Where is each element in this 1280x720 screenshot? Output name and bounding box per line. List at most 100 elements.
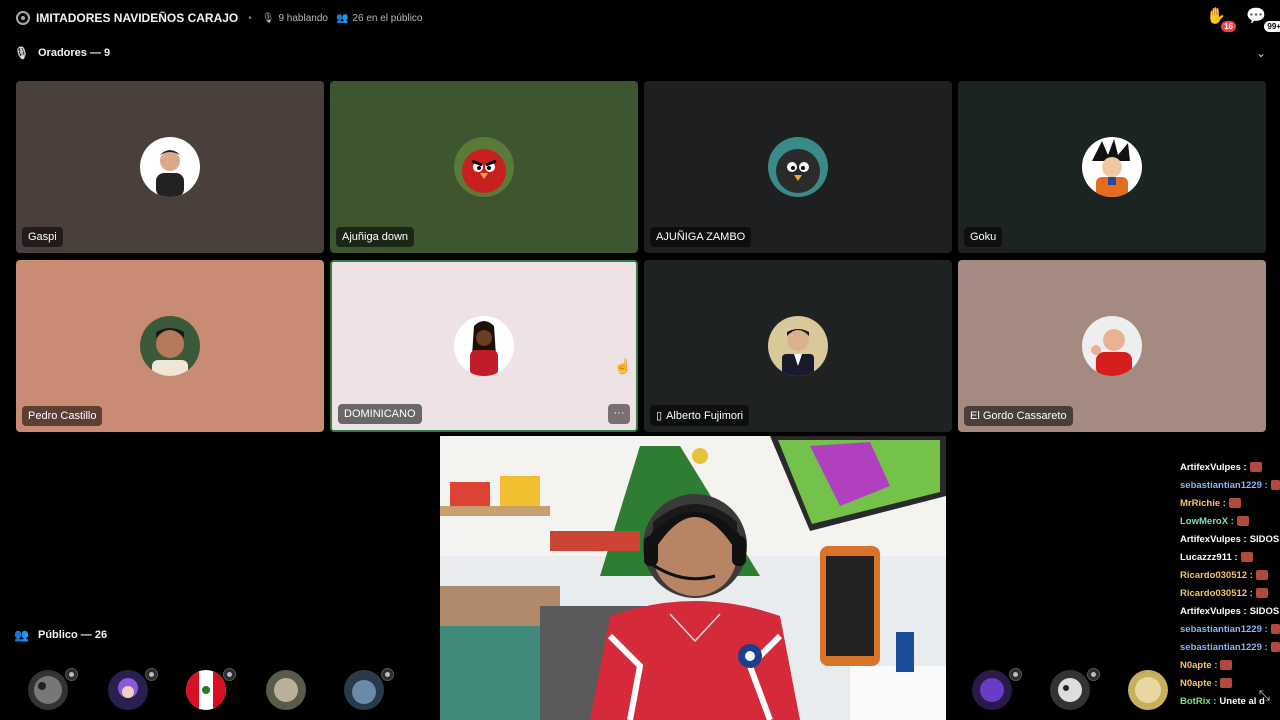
chat-message: sebastiantian1229 : xyxy=(1176,476,1280,494)
audience-member[interactable] xyxy=(186,668,236,718)
emote-icon xyxy=(1270,624,1280,634)
chat-username[interactable]: ArtifexVulpes : xyxy=(1180,462,1247,473)
speaking-count: 🎙 9 hablando xyxy=(261,12,328,24)
avatar xyxy=(768,137,828,197)
chat-username[interactable]: sebastiantian1229 : xyxy=(1180,624,1268,635)
speaker-tile-pedro-castillo[interactable]: Pedro Castillo xyxy=(16,260,324,432)
chat-message: Ricardo030512 : xyxy=(1176,566,1280,584)
more-options-button[interactable]: ··· xyxy=(608,404,630,424)
avatar xyxy=(186,670,226,710)
chat-username[interactable]: ArtifexVulpes : xyxy=(1180,534,1247,545)
people-icon: 👥 xyxy=(335,12,349,24)
speaker-name: Goku xyxy=(964,227,1003,247)
emote-icon xyxy=(1270,642,1280,652)
emote-icon xyxy=(1240,552,1253,562)
muted-icon xyxy=(381,668,394,681)
audience-member[interactable] xyxy=(28,668,78,718)
avatar xyxy=(1128,670,1168,710)
audience-header[interactable]: 👥 Público — 26 xyxy=(14,628,107,642)
chat-username[interactable]: MrRichie : xyxy=(1180,498,1226,509)
chat-username[interactable]: LowMeroX : xyxy=(1180,516,1234,527)
avatar xyxy=(1050,670,1090,710)
chat-username[interactable]: ArtifexVulpes : xyxy=(1180,606,1247,617)
avatar xyxy=(108,670,148,710)
speaker-tile-el-gordo-cassareto[interactable]: El Gordo Cassareto xyxy=(958,260,1266,432)
emote-icon xyxy=(1220,678,1233,688)
collapse-icon[interactable]: ⤡ xyxy=(1259,687,1270,704)
emote-icon xyxy=(1255,588,1268,598)
speaker-name: Gaspi xyxy=(22,227,63,247)
stream-chat: ArtifexVulpes : sebastiantian1229 : MrRich… xyxy=(1176,458,1280,710)
emote-icon xyxy=(1220,660,1233,670)
chat-username[interactable]: sebastiantian1229 : xyxy=(1180,642,1268,653)
people-icon: 👥 xyxy=(14,628,29,642)
speaker-tile-ajuniga-zambo[interactable]: AJUÑIGA ZAMBO xyxy=(644,81,952,253)
avatar xyxy=(344,670,384,710)
chat-username[interactable]: Ricardo030512 : xyxy=(1180,588,1253,599)
avatar xyxy=(1082,316,1142,376)
chat-message: LowMeroX : xyxy=(1176,512,1280,530)
chat-message: ArtifexVulpes : xyxy=(1176,458,1280,476)
emote-icon xyxy=(1228,498,1241,508)
chat-username[interactable]: sebastiantian1229 : xyxy=(1180,480,1268,491)
microphone-icon: 🎙 xyxy=(14,46,30,60)
audience-member[interactable] xyxy=(344,668,394,718)
audience-member[interactable] xyxy=(1050,668,1100,718)
webcam-overlay xyxy=(440,436,946,720)
hand-count-badge: 16 xyxy=(1221,21,1236,32)
audience-member[interactable] xyxy=(266,670,314,718)
chat-username[interactable]: N0apte : xyxy=(1180,660,1217,671)
chat-bubble-icon: 💬 xyxy=(1246,8,1266,25)
speaker-name: Pedro Castillo xyxy=(22,406,103,426)
avatar xyxy=(454,316,514,376)
speaker-tile-ajuniga-down[interactable]: Ajuñiga down xyxy=(330,81,638,253)
avatar xyxy=(140,316,200,376)
avatar xyxy=(266,670,306,710)
chat-button[interactable]: 💬 99+ xyxy=(1246,6,1280,32)
mobile-phone-icon: ▯ xyxy=(656,410,663,422)
chat-message: MrRichie : xyxy=(1176,494,1280,512)
avatar xyxy=(972,670,1012,710)
avatar xyxy=(768,316,828,376)
chat-message: Ricardo030512 : xyxy=(1176,584,1280,602)
chat-text: SIDOS xyxy=(1249,533,1280,545)
chat-message: ArtifexVulpes : SIDOS xyxy=(1176,530,1280,548)
audience-member[interactable] xyxy=(972,668,1022,718)
chat-username[interactable]: N0apte : xyxy=(1180,678,1217,689)
chat-username[interactable]: Lucazzz911 : xyxy=(1180,552,1238,563)
speaker-name: Ajuñiga down xyxy=(336,227,415,247)
muted-icon xyxy=(1009,668,1022,681)
muted-icon xyxy=(223,668,236,681)
speaker-tile-goku[interactable]: Goku xyxy=(958,81,1266,253)
avatar xyxy=(140,137,200,197)
speaker-name: DOMINICANO xyxy=(338,404,422,424)
speaker-tile-dominicano[interactable]: DOMINICANO ··· xyxy=(330,260,638,432)
microphone-icon: 🎙 xyxy=(261,12,275,24)
top-bar: IMITADORES NAVIDEÑOS CARAJO • 🎙 9 hablan… xyxy=(0,0,1280,36)
muted-icon xyxy=(1087,668,1100,681)
raised-hand-button[interactable]: ✋ 16 xyxy=(1206,6,1236,32)
avatar xyxy=(454,137,514,197)
chat-username[interactable]: BotRix : xyxy=(1180,696,1216,707)
audience-member[interactable] xyxy=(108,668,158,718)
chevron-down-icon[interactable]: ⌄ xyxy=(1256,46,1266,60)
channel-title: IMITADORES NAVIDEÑOS CARAJO xyxy=(36,11,239,25)
audience-member[interactable] xyxy=(1128,670,1176,718)
muted-icon xyxy=(145,668,158,681)
speakers-header[interactable]: 🎙 Oradores — 9 xyxy=(14,46,110,60)
separator-dot: • xyxy=(248,12,252,24)
chat-message: Lucazzz911 : xyxy=(1176,548,1280,566)
avatar xyxy=(1082,137,1142,197)
chat-message: sebastiantian1229 : xyxy=(1176,620,1280,638)
muted-icon xyxy=(65,668,78,681)
chat-count-badge: 99+ xyxy=(1264,21,1280,32)
speaker-tile-gaspi[interactable]: Gaspi xyxy=(16,81,324,253)
mouse-cursor-icon: ☝ xyxy=(614,358,632,374)
chat-username[interactable]: Ricardo030512 : xyxy=(1180,570,1253,581)
emote-icon xyxy=(1249,462,1262,472)
speaker-tile-alberto-fujimori[interactable]: ▯ Alberto Fujimori xyxy=(644,260,952,432)
chat-message: N0apte : xyxy=(1176,656,1280,674)
emote-icon xyxy=(1236,516,1249,526)
emote-icon xyxy=(1255,570,1268,580)
speaker-name: AJUÑIGA ZAMBO xyxy=(650,227,752,247)
